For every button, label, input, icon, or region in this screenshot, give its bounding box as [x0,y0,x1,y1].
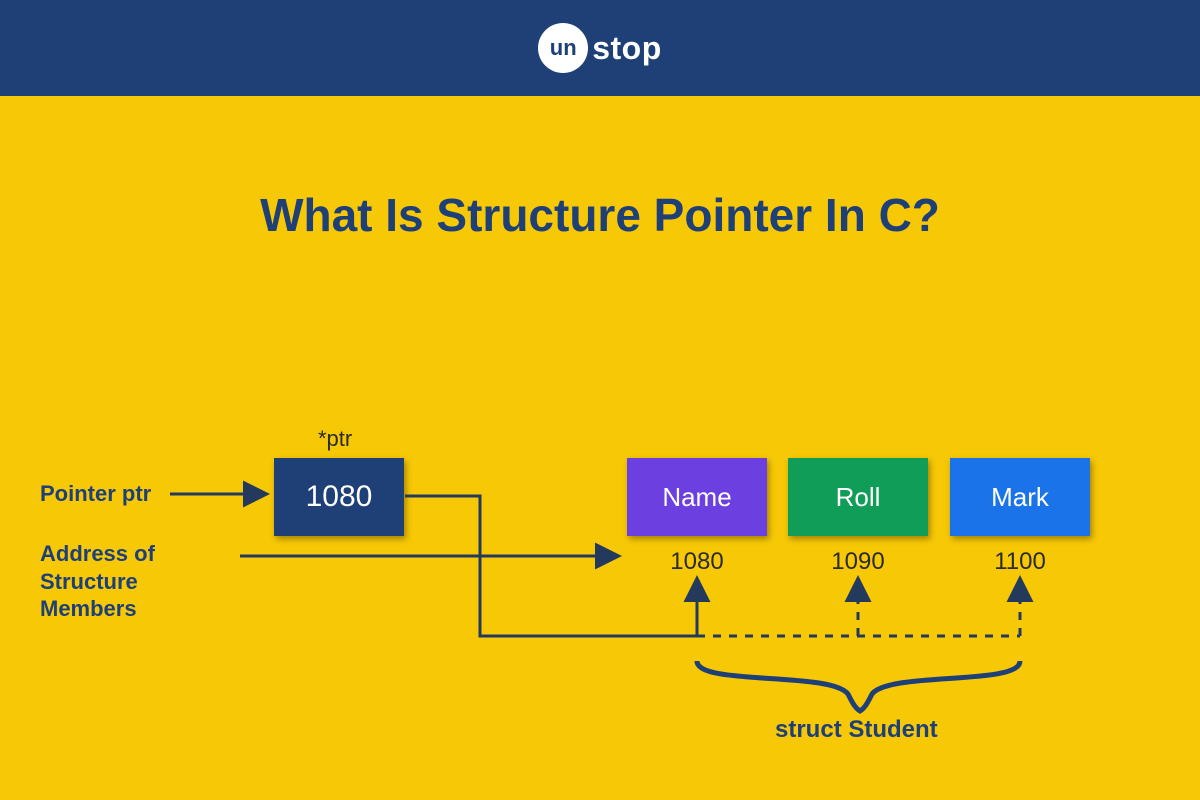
label-pointer-ptr: Pointer ptr [40,480,151,508]
brand-logo-circle: un [538,23,588,73]
label-address-of-members: Address of Structure Members [40,540,155,623]
diagram: *ptr 1080 Pointer ptr Address of Structu… [0,96,1200,800]
struct-label: struct Student [775,716,938,744]
member-box-roll: Roll [788,458,928,536]
member-address-roll: 1090 [788,548,928,576]
curly-brace-icon [697,661,1020,711]
content-area: What Is Structure Pointer In C? *ptr 108… [0,96,1200,800]
member-box-mark: Mark [950,458,1090,536]
pointer-box: 1080 [274,458,404,536]
header-bar: un stop [0,0,1200,96]
diagram-arrows [0,96,1200,800]
pointer-deref-label: *ptr [318,426,352,452]
member-address-name: 1080 [627,548,767,576]
member-address-mark: 1100 [950,548,1090,576]
member-box-name: Name [627,458,767,536]
brand-logo: un stop [538,23,662,73]
brand-logo-text: stop [592,30,662,67]
